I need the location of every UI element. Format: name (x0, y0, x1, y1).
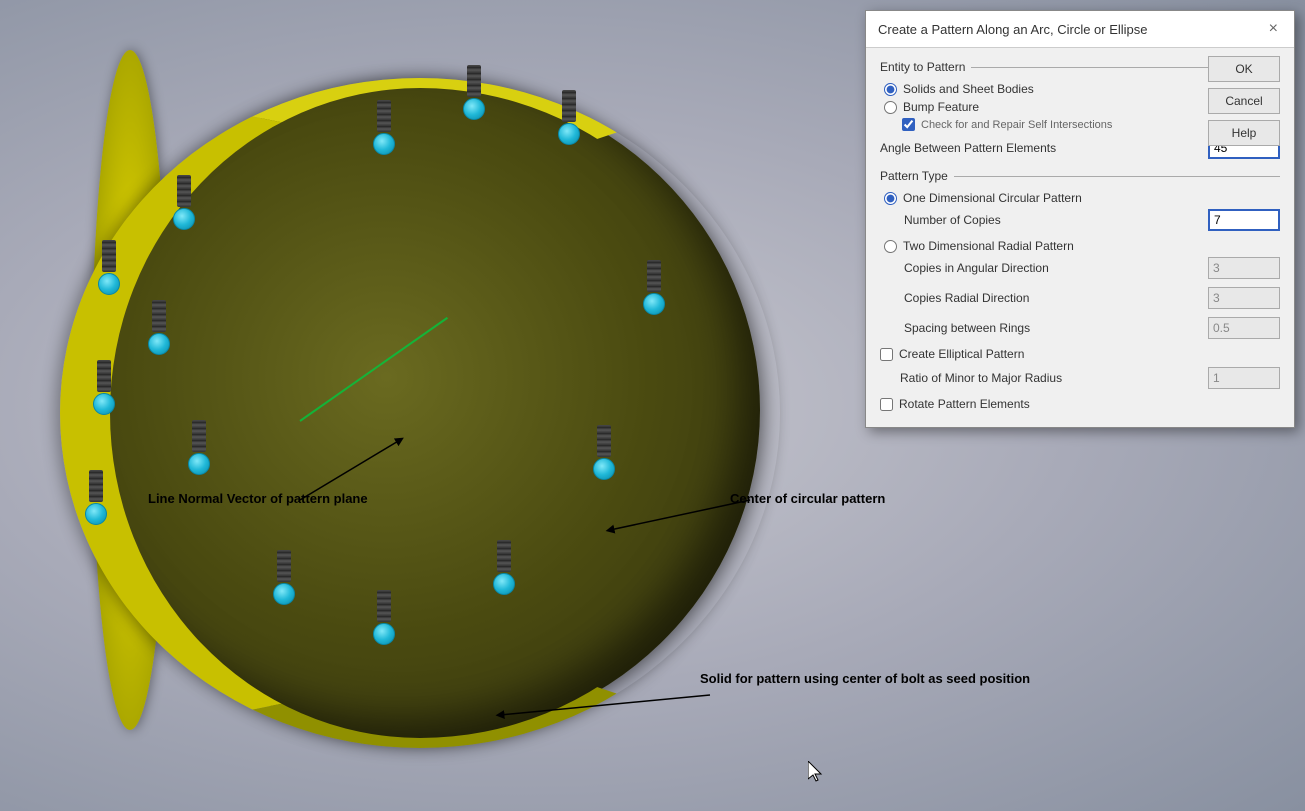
pattern-section-line (954, 176, 1280, 177)
bolt-top-4 (647, 260, 661, 292)
bolt-top-1 (377, 100, 391, 132)
num-copies-label: Number of Copies (904, 213, 1208, 227)
bolt-top-8 (277, 550, 291, 582)
cancel-button[interactable]: Cancel (1208, 88, 1280, 114)
bolt-top-10 (152, 300, 166, 332)
bolt-top-13 (89, 470, 103, 502)
bolt-12 (90, 390, 118, 418)
bolt-5 (590, 455, 618, 483)
arrow-center-circular (580, 480, 760, 540)
ok-button[interactable]: OK (1208, 56, 1280, 82)
entity-solids-label: Solids and Sheet Bodies (903, 82, 1034, 96)
bolt-circle-8 (273, 583, 295, 605)
pattern-radio-group: One Dimensional Circular Pattern Number … (884, 191, 1280, 339)
bolt-circle-5 (593, 458, 615, 480)
ratio-label: Ratio of Minor to Major Radius (900, 371, 1208, 385)
spacing-rings-input[interactable] (1208, 317, 1280, 339)
bolt-top-3 (562, 90, 576, 122)
bolt-top-14 (102, 240, 116, 272)
bolt-2 (460, 95, 488, 123)
spacing-rings-field-row: Spacing between Rings (904, 317, 1280, 339)
bolt-circle-14 (98, 273, 120, 295)
bolt-top-12 (97, 360, 111, 392)
bolt-circle-1 (373, 133, 395, 155)
bolt-circle-12 (93, 393, 115, 415)
bolt-circle-6 (493, 573, 515, 595)
rotate-checkbox[interactable] (880, 398, 893, 411)
pattern-one-dim-label: One Dimensional Circular Pattern (903, 191, 1082, 205)
annotation-solid-pattern: Solid for pattern using center of bolt a… (700, 670, 1030, 688)
bolt-circle-11 (173, 208, 195, 230)
bolt-top-5 (597, 425, 611, 457)
bolt-top-11 (177, 175, 191, 207)
bolt-circle-2 (463, 98, 485, 120)
arrow-line-normal (300, 430, 420, 510)
bolt-4 (640, 290, 668, 318)
pattern-one-dim-radio[interactable] (884, 192, 897, 205)
entity-bump-label: Bump Feature (903, 100, 979, 114)
bolt-11 (170, 205, 198, 233)
elliptical-checkbox[interactable] (880, 348, 893, 361)
entity-bump-radio[interactable] (884, 101, 897, 114)
bolt-circle-3 (558, 123, 580, 145)
copies-radial-field-row: Copies Radial Direction (904, 287, 1280, 309)
ratio-input[interactable] (1208, 367, 1280, 389)
pattern-two-dim-label: Two Dimensional Radial Pattern (903, 239, 1074, 253)
bolt-14 (95, 270, 123, 298)
dialog-action-buttons: OK Cancel Help (1208, 56, 1280, 146)
bolt-top-2 (467, 65, 481, 97)
bolt-8 (270, 580, 298, 608)
bolt-top-7 (377, 590, 391, 622)
bolt-circle-13 (85, 503, 107, 525)
bolt-1 (370, 130, 398, 158)
pattern-one-dim-option[interactable]: One Dimensional Circular Pattern (884, 191, 1280, 205)
copies-angular-label: Copies in Angular Direction (904, 261, 1208, 275)
bolt-circle-10 (148, 333, 170, 355)
arrow-solid-pattern (480, 680, 720, 730)
dialog-close-button[interactable]: × (1265, 19, 1282, 39)
bolt-top-9 (192, 420, 206, 452)
bolt-9 (185, 450, 213, 478)
check-intersections-label: Check for and Repair Self Intersections (921, 119, 1112, 131)
check-intersections-checkbox[interactable] (902, 118, 915, 131)
dialog-body: OK Cancel Help Entity to Pattern Solids … (866, 48, 1294, 427)
rotate-option[interactable]: Rotate Pattern Elements (880, 397, 1280, 411)
bolt-circle-4 (643, 293, 665, 315)
pattern-two-dim-option[interactable]: Two Dimensional Radial Pattern (884, 239, 1280, 253)
entity-solids-radio[interactable] (884, 83, 897, 96)
pattern-two-dim-radio[interactable] (884, 240, 897, 253)
bolt-7 (370, 620, 398, 648)
copies-angular-input[interactable] (1208, 257, 1280, 279)
pattern-section-header: Pattern Type (880, 169, 1280, 183)
num-copies-field-row: Number of Copies (904, 209, 1280, 231)
elliptical-label: Create Elliptical Pattern (899, 347, 1024, 361)
bolt-circle-7 (373, 623, 395, 645)
num-copies-input[interactable] (1208, 209, 1280, 231)
bolt-top-6 (497, 540, 511, 572)
rotate-label: Rotate Pattern Elements (899, 397, 1030, 411)
bolt-circle-9 (188, 453, 210, 475)
mouse-cursor (808, 761, 824, 783)
angle-label: Angle Between Pattern Elements (880, 141, 1208, 155)
copies-radial-label: Copies Radial Direction (904, 291, 1208, 305)
dialog-title: Create a Pattern Along an Arc, Circle or… (878, 22, 1148, 37)
yellow-rim (60, 78, 780, 748)
copies-angular-field-row: Copies in Angular Direction (904, 257, 1280, 279)
bolt-3 (555, 120, 583, 148)
dialog-create-pattern: Create a Pattern Along an Arc, Circle or… (865, 10, 1295, 428)
entity-section-label: Entity to Pattern (880, 60, 965, 74)
bolt-6 (490, 570, 518, 598)
help-button[interactable]: Help (1208, 120, 1280, 146)
dialog-titlebar: Create a Pattern Along an Arc, Circle or… (866, 11, 1294, 48)
3d-object (0, 0, 860, 811)
elliptical-option[interactable]: Create Elliptical Pattern (880, 347, 1280, 361)
pattern-section-label: Pattern Type (880, 169, 948, 183)
bolt-10 (145, 330, 173, 358)
spacing-rings-label: Spacing between Rings (904, 321, 1208, 335)
copies-radial-input[interactable] (1208, 287, 1280, 309)
bolt-13 (82, 500, 110, 528)
ratio-field-row: Ratio of Minor to Major Radius (900, 367, 1280, 389)
